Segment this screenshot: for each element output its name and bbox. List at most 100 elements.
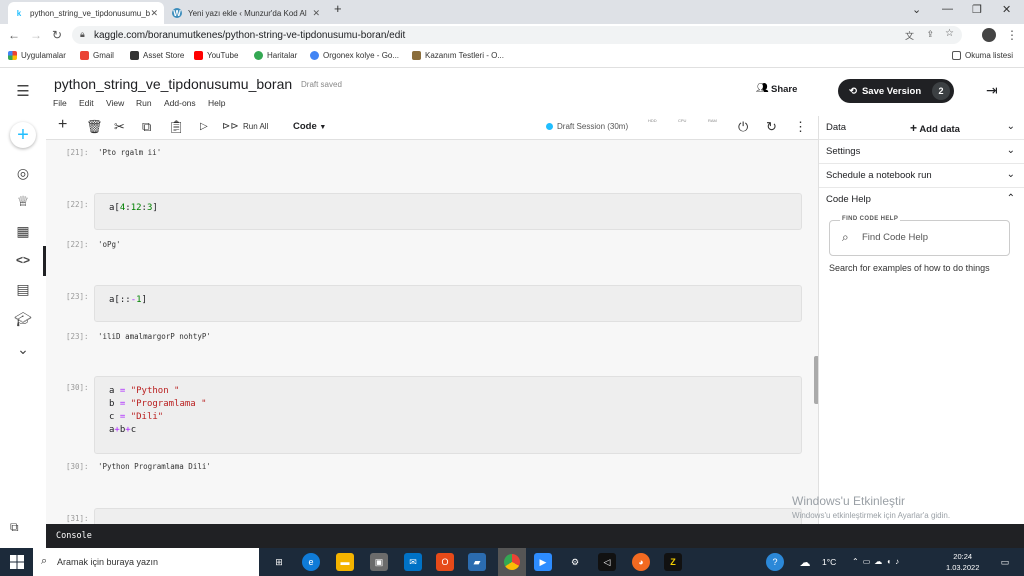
code-cell[interactable] (94, 508, 802, 524)
forward-icon[interactable]: → (30, 28, 42, 42)
more-icon[interactable]: ⋮ (1006, 28, 1018, 42)
close-icon[interactable]: ✕ (150, 8, 158, 19)
store-icon[interactable]: ▣ (370, 553, 388, 571)
power-icon[interactable]: ⏻ (738, 119, 748, 135)
translate-icon[interactable]: 文 (905, 29, 914, 42)
code-cell[interactable]: a[4:12:3] (94, 193, 802, 230)
file-explorer-icon[interactable]: ▬ (336, 553, 354, 571)
url-field[interactable]: 🔒︎ kaggle.com/boranumutkenes/python-stri… (72, 26, 962, 44)
back-icon[interactable]: ← (8, 28, 20, 42)
notebook-body[interactable]: [21]: 'Pto rgalm ii' [22]: a[4:12:3] [22… (46, 140, 818, 524)
bookmark-label: Haritalar (267, 51, 298, 60)
share-icon: 👥︎ (756, 83, 769, 94)
close-window-icon[interactable]: ✕ (1002, 3, 1011, 16)
cell-type-select[interactable]: Code ▼ (293, 121, 326, 132)
bookmark-gmail[interactable]: Gmail (80, 51, 114, 60)
run-cell-icon[interactable]: ▷ (200, 121, 208, 132)
run-all-icon[interactable]: ⊳⊳ (222, 121, 239, 132)
new-tab-button[interactable]: + (334, 1, 342, 16)
reading-list[interactable]: Okuma listesi (952, 51, 1013, 60)
code-help-section[interactable]: Code Help ⌃ (819, 188, 1024, 212)
code-line: a[4:12:3] (109, 203, 158, 213)
learn-icon[interactable]: 🎓︎ (12, 308, 34, 330)
share-button[interactable]: Share (771, 84, 797, 95)
create-plus-icon[interactable]: + (10, 122, 36, 148)
bookmark-asset-store[interactable]: Asset Store (130, 51, 184, 60)
datasets-table-icon[interactable]: ▦ (12, 220, 34, 242)
console-stack-icon[interactable]: ⧉ (10, 520, 19, 535)
delete-icon[interactable]: 🗑︎ (86, 119, 103, 135)
zedit-icon[interactable]: Z (664, 553, 682, 571)
weather-icon[interactable]: ☁ (796, 553, 814, 571)
code-cell[interactable]: a = "Python " b = "Programlama " c = "Di… (94, 376, 802, 454)
app-icon[interactable]: ▰ (468, 553, 486, 571)
bookmark-star-icon[interactable]: ☆ (945, 28, 954, 39)
console-bar[interactable]: Console (46, 524, 1024, 548)
zoom-icon[interactable]: ▶ (534, 553, 552, 571)
collapse-panel-icon[interactable]: ⇥ (986, 82, 998, 99)
hamburger-menu-icon[interactable]: ☰ (12, 80, 34, 102)
cell-output: 'Python Programlama Dili' (98, 462, 211, 471)
restart-icon[interactable]: ↻ (766, 119, 777, 135)
right-panel: Data + Add data ⌄ Settings ⌄ Schedule a … (818, 116, 1024, 524)
code-icon[interactable]: <> (12, 249, 34, 271)
menu-run[interactable]: Run (136, 98, 152, 108)
paste-icon[interactable]: 📋︎ (168, 119, 185, 135)
bookmark-kazanim[interactable]: Kazanım Testleri - O... (412, 51, 504, 60)
task-view-icon[interactable]: ⊞ (270, 553, 288, 571)
bookmark-apps[interactable]: Uygulamalar (8, 51, 66, 60)
browser-tab[interactable]: W Yeni yazı ekle ‹ Munzur'da Kod Al ✕ (166, 2, 326, 24)
output-prompt: [23]: (66, 332, 89, 341)
menu-edit[interactable]: Edit (79, 98, 94, 108)
blender-icon[interactable]: ◕ (632, 553, 650, 571)
data-section[interactable]: Data + Add data ⌄ (819, 116, 1024, 140)
reload-icon[interactable]: ↻ (52, 28, 62, 42)
schedule-section[interactable]: Schedule a notebook run ⌄ (819, 164, 1024, 188)
share-page-icon[interactable]: ⇪ (926, 29, 934, 40)
session-status[interactable]: Draft Session (30m) (546, 122, 628, 131)
compass-icon[interactable]: ◎ (12, 162, 34, 184)
taskbar-search[interactable]: ⌕ Aramak için buraya yazın (33, 548, 259, 576)
chevron-down-icon[interactable]: ⌄ (12, 338, 34, 360)
console-label: Console (56, 531, 92, 541)
maximize-icon[interactable]: ❐ (972, 3, 982, 16)
add-cell-icon[interactable]: + (58, 116, 67, 134)
browser-tab-active[interactable]: k python_string_ve_tipdonusumu_b ✕ (8, 2, 164, 24)
close-icon[interactable]: ✕ (312, 8, 320, 19)
more-options-icon[interactable]: ⋮ (794, 119, 807, 135)
mail-icon[interactable]: ✉ (404, 553, 422, 571)
windows-start-icon[interactable] (10, 555, 24, 569)
menu-help[interactable]: Help (208, 98, 225, 108)
menu-file[interactable]: File (53, 98, 67, 108)
trophy-icon[interactable]: ♕ (12, 190, 34, 212)
help-icon[interactable]: ? (766, 553, 784, 571)
copy-icon[interactable]: ⧉ (142, 119, 151, 135)
bookmark-orgonex[interactable]: Orgonex kolye - Go... (310, 51, 399, 60)
code-cell[interactable]: a[::-1] (94, 285, 802, 322)
cut-icon[interactable]: ✂ (114, 119, 125, 135)
bookmark-maps[interactable]: Haritalar (254, 51, 297, 60)
tab-search-icon[interactable]: ⌄ (912, 3, 921, 16)
edge-icon[interactable]: e (302, 553, 320, 571)
settings-section[interactable]: Settings ⌄ (819, 140, 1024, 164)
run-all-button[interactable]: Run All (243, 122, 268, 131)
unity-hub-icon[interactable]: ◁ (598, 553, 616, 571)
save-version-button[interactable]: ⟲ Save Version 2 (838, 79, 954, 103)
minimize-icon[interactable]: — (942, 3, 953, 15)
avatar[interactable] (982, 28, 996, 42)
tray-icons[interactable]: ⌃▭☁◖♪ (852, 557, 903, 566)
office-icon[interactable]: O (436, 553, 454, 571)
chrome-icon[interactable] (498, 548, 526, 576)
discussion-icon[interactable]: ▤ (12, 278, 34, 300)
notifications-icon[interactable]: ▭ (996, 553, 1014, 571)
notebook-title[interactable]: python_string_ve_tipdonusumu_boran (54, 76, 292, 92)
settings-gear-icon[interactable]: ⚙ (566, 553, 584, 571)
chevron-down-icon[interactable]: ⌄ (1007, 121, 1015, 132)
menu-addons[interactable]: Add-ons (164, 98, 196, 108)
code-line: a+b+c (109, 425, 137, 435)
find-code-help-input[interactable]: FIND CODE HELP ⌕ Find Code Help (829, 216, 1010, 256)
menu-view[interactable]: View (106, 98, 124, 108)
add-data-button[interactable]: + Add data (910, 121, 960, 135)
taskbar-clock[interactable]: 20:24 1.03.2022 (946, 551, 979, 573)
bookmark-youtube[interactable]: YouTube (194, 51, 238, 60)
